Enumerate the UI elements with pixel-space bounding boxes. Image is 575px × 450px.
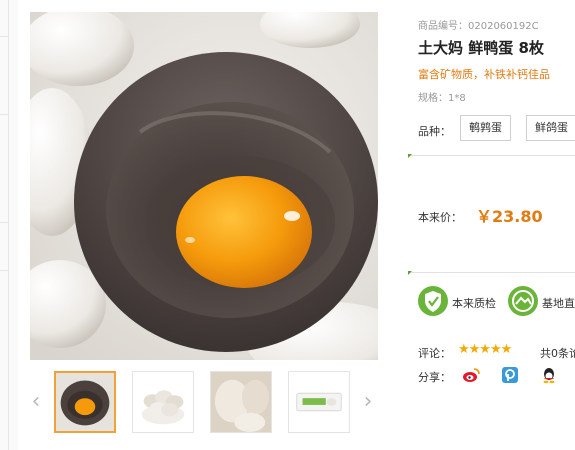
farm-base-icon: [508, 286, 538, 316]
section-divider: [408, 154, 575, 158]
product-title: 土大妈 鲜鸭蛋 8枚: [418, 39, 544, 57]
duck-egg-in-bowl-image: [30, 12, 378, 360]
qq-icon[interactable]: [540, 366, 558, 384]
variety-option-quail-egg[interactable]: 鹌鹑蛋: [460, 115, 511, 141]
product-info-panel: 商品编号：0202060192C 土大妈 鲜鸭蛋 8枚 富含矿物质，补铁补钙佳品…: [408, 0, 575, 450]
column-tick: [0, 222, 9, 223]
thumbnail-gallery: ‹ ›: [28, 368, 384, 440]
thumbnail-eggs-in-bowl[interactable]: [132, 371, 194, 433]
left-column-edge: [0, 0, 18, 450]
rating-stars: ★★★★★: [458, 342, 512, 357]
gallery-prev-arrow-icon[interactable]: ‹: [28, 390, 44, 414]
quality-shield-icon: [418, 286, 448, 316]
thumbnail-eggs-closeup[interactable]: [210, 371, 272, 433]
product-spec: 规格：1*8: [418, 89, 466, 104]
product-sku: 商品编号：0202060192C: [418, 17, 539, 32]
divider-corner-accent: [408, 271, 412, 275]
price-value: ￥23.80: [476, 207, 543, 226]
eggs-closeup-thumb-image: [211, 372, 271, 432]
bowl-yolk-thumb-image: [56, 373, 114, 431]
share-label: 分享：: [418, 371, 451, 384]
review-count-link[interactable]: 共0条论: [540, 345, 575, 361]
product-subtitle: 富含矿物质，补铁补钙佳品: [418, 68, 550, 81]
product-main-image[interactable]: [30, 12, 378, 360]
variety-label: 品种：: [418, 125, 451, 138]
sku-label: 商品编号：: [418, 21, 468, 32]
quality-check-label: 本来质检: [452, 297, 496, 310]
sku-value: 0202060192C: [468, 21, 539, 32]
column-tick: [0, 36, 9, 37]
review-label: 评论：: [418, 347, 451, 360]
weibo-icon[interactable]: [462, 366, 480, 384]
column-divider: [8, 0, 9, 450]
thumbnail-bowl-yolk[interactable]: [54, 371, 116, 433]
price-label: 本来价：: [418, 211, 462, 224]
column-tick: [0, 270, 9, 271]
eggs-in-bowl-thumb-image: [133, 372, 193, 432]
qq-pengyou-icon[interactable]: [501, 366, 519, 384]
gallery-next-arrow-icon[interactable]: ›: [360, 390, 376, 414]
egg-carton-thumb-image: [289, 372, 349, 432]
spec-label: 规格：: [418, 93, 448, 104]
column-tick: [0, 114, 9, 115]
divider-corner-accent: [408, 154, 412, 158]
variety-option-pigeon-egg[interactable]: 鲜鸽蛋: [526, 115, 575, 141]
farm-base-label: 基地直: [542, 297, 575, 310]
spec-value: 1*8: [448, 93, 466, 104]
section-divider: [408, 271, 575, 275]
thumbnail-egg-carton[interactable]: [288, 371, 350, 433]
